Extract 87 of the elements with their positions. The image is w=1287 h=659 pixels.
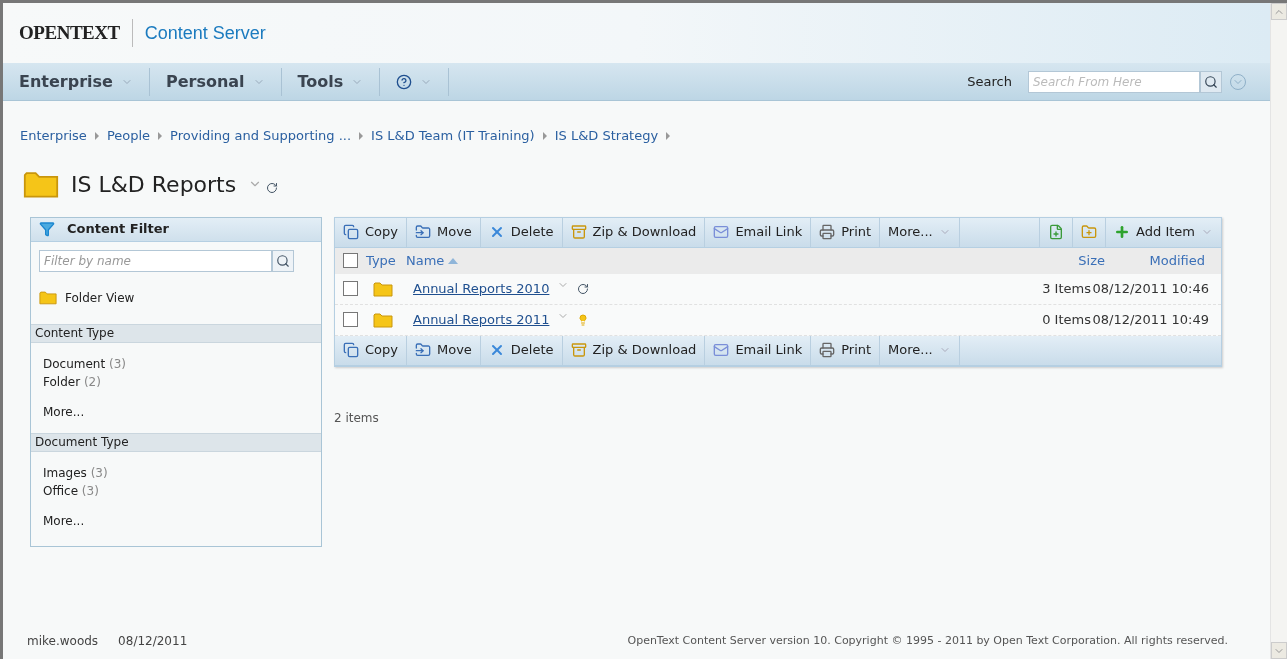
panel-title: Content Filter (67, 220, 169, 239)
refresh-icon (266, 182, 279, 194)
search-icon (1204, 74, 1218, 89)
toolbar-button[interactable]: Move (407, 217, 481, 247)
breadcrumb-link[interactable]: People (106, 126, 151, 146)
help-icon (396, 73, 413, 90)
plus-icon (1114, 224, 1131, 240)
file-plus-icon (1048, 224, 1065, 240)
more-link[interactable]: More... (43, 511, 309, 530)
column-header[interactable]: Size (1045, 250, 1105, 271)
printer-icon (819, 342, 836, 358)
chevron-icon (359, 131, 364, 140)
chevron-icon (542, 131, 547, 140)
table-cell-text: 3 Items (1041, 279, 1091, 298)
column-header[interactable]: Type (366, 250, 406, 271)
search-label: Search (967, 72, 1012, 91)
filter-option[interactable]: Images (3) (43, 463, 309, 482)
filter-option[interactable]: Folder (2) (43, 372, 309, 391)
archive-icon (570, 224, 587, 240)
folder-plus-icon (1081, 224, 1098, 240)
filter-field[interactable]: Filter by name (39, 249, 272, 272)
toolbar-button[interactable]: Print (811, 335, 881, 365)
logo: OPENTEXT (19, 18, 133, 48)
breadcrumb-link[interactable]: IS L&D Team (IT Training) (371, 126, 535, 146)
folder-icon (23, 169, 59, 199)
toolbar-button[interactable]: Delete (480, 217, 563, 247)
folder-icon (373, 311, 393, 328)
toolbar-button[interactable]: Zip & Download (562, 217, 706, 247)
table-cell-text: 08/12/2011 10:46 (1091, 279, 1209, 298)
folder-icon (39, 290, 57, 305)
copy-icon (343, 224, 359, 240)
search-icon (276, 253, 290, 268)
copyright-notice: OpenText Content Server version 10. Copyright © 1995 - 2011 by Open Text Corporation. All rights reserved. (627, 632, 1228, 649)
printer-icon (819, 224, 836, 240)
toolbar-button[interactable]: Print (811, 217, 881, 247)
toolbar-button[interactable]: Zip & Download (562, 335, 706, 365)
chevron-icon (158, 131, 163, 140)
archive-icon (570, 342, 587, 358)
menu-item[interactable]: Enterprise (3, 67, 150, 96)
move-icon (415, 224, 431, 240)
item-count: 2 items (334, 409, 380, 427)
lightbulb-icon (577, 313, 590, 326)
table-cell-text: 0 Items (1041, 310, 1091, 329)
toolbar-button[interactable]: Move (407, 335, 481, 365)
item-link[interactable]: Annual Reports 2011 (413, 309, 550, 330)
breadcrumb-link[interactable]: Enterprise (20, 126, 87, 146)
search-button[interactable] (1200, 70, 1222, 93)
toolbar-button[interactable]: Email Link (705, 217, 812, 247)
breadcrumb-link[interactable]: IS L&D Strategy (554, 126, 659, 146)
add-item-button[interactable]: Add Item (1105, 217, 1221, 247)
copy-icon (343, 342, 359, 358)
column-header[interactable]: Modified (1105, 250, 1205, 271)
filter-option[interactable]: Office (3) (43, 481, 309, 500)
envelope-icon (713, 342, 730, 358)
toolbar-button[interactable]: Delete (480, 335, 563, 365)
column-header[interactable]: Name (406, 250, 1045, 271)
breadcrumb-link[interactable]: Providing and Supporting ... (170, 126, 352, 146)
filter-icon (39, 221, 55, 237)
filter-search-button[interactable] (272, 249, 294, 272)
chevron-icon (94, 131, 99, 140)
refresh-icon (577, 282, 590, 295)
search-field[interactable]: Search From Here (1028, 70, 1200, 93)
toolbar-button[interactable]: Copy (335, 217, 407, 247)
footer-date: 08/12/2011 (118, 633, 188, 650)
user-name: mike.woods (27, 633, 99, 650)
page-title: IS L&D Reports (71, 170, 237, 199)
item-link[interactable]: Annual Reports 2010 (413, 278, 550, 299)
more-menu-button[interactable]: More... (880, 335, 960, 365)
checkbox[interactable] (343, 281, 358, 296)
table-cell-text: 08/12/2011 10:49 (1091, 310, 1209, 329)
product-name: Content Server (143, 21, 266, 45)
more-link[interactable]: More... (43, 402, 309, 421)
menu-item[interactable]: Tools (281, 67, 381, 96)
section-header: Document Type (31, 432, 321, 452)
folder-view-link[interactable]: Folder View (31, 271, 143, 312)
more-menu-button[interactable]: More... (880, 217, 960, 247)
section-header: Content Type (31, 323, 321, 343)
envelope-icon (713, 224, 730, 240)
folder-icon (373, 280, 393, 297)
toolbar-button[interactable]: Copy (335, 335, 407, 365)
menu-item[interactable]: Personal (149, 67, 282, 96)
move-icon (415, 342, 431, 358)
filter-option[interactable]: Document (3) (43, 354, 309, 373)
chevron-icon (666, 131, 671, 140)
checkbox[interactable] (343, 253, 358, 268)
checkbox[interactable] (343, 312, 358, 327)
toolbar-button[interactable]: Email Link (705, 335, 812, 365)
